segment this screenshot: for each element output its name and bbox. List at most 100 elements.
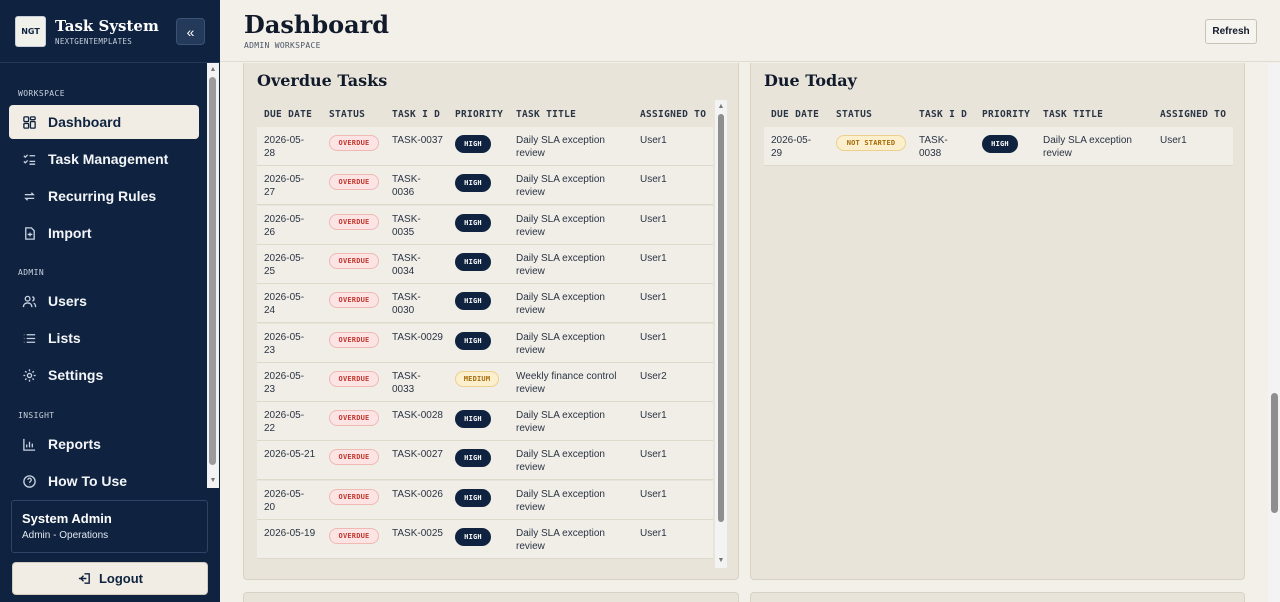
user-name: System Admin <box>22 511 112 526</box>
status-badge: OVERDUE <box>329 410 379 427</box>
status-badge: OVERDUE <box>329 528 379 544</box>
sidebar-item-label: Users <box>48 293 87 309</box>
sidebar-item-label: Import <box>48 225 92 241</box>
column-header[interactable]: STATUS <box>329 109 365 120</box>
lower-panel-right <box>750 592 1245 602</box>
refresh-button[interactable]: Refresh <box>1205 19 1257 44</box>
table-row[interactable]: 2026-05- 25 OVERDUE TASK- 0034 HIGH Daily SL… <box>257 244 713 284</box>
column-header[interactable]: ASSIGNED TO <box>1160 109 1226 120</box>
column-header[interactable]: ASSIGNED TO <box>640 109 706 120</box>
scrollbar-thumb[interactable] <box>209 77 216 465</box>
table-row[interactable]: 2026-05-21 OVERDUE TASK-0027 HIGH Daily SLA … <box>257 441 713 481</box>
due-date-cell: 2026-05- 23 <box>264 331 305 356</box>
priority-badge: HIGH <box>455 292 491 311</box>
table-row[interactable]: 2026-05- 23 OVERDUE TASK-0029 HIGH Daily SLA… <box>257 323 713 363</box>
priority-badge: HIGH <box>455 174 491 193</box>
table-row[interactable]: 2026-05- 23 OVERDUE TASK- 0033 MEDIUM Weekly… <box>257 362 713 402</box>
sidebar-item-recurring-rules[interactable]: Recurring Rules <box>9 179 199 213</box>
sidebar-item-import[interactable]: Import <box>9 216 199 250</box>
scroll-up-arrow-icon[interactable]: ▲ <box>209 66 217 74</box>
assigned-to-cell: User1 <box>640 449 667 461</box>
task-id-cell: TASK-0029 <box>392 331 443 343</box>
logout-button[interactable]: Logout <box>12 562 208 595</box>
checklist-icon <box>21 151 37 167</box>
column-header[interactable]: TASK TITLE <box>1043 109 1103 120</box>
column-header[interactable]: STATUS <box>836 109 872 120</box>
brand-subtitle: NEXTGENTEMPLATES <box>55 37 133 46</box>
scrollbar-thumb[interactable] <box>1271 393 1278 513</box>
sidebar-scrollbar[interactable]: ▲ ▼ <box>207 63 219 488</box>
table-row[interactable]: 2026-05- 22 OVERDUE TASK-0028 HIGH Daily SLA… <box>257 402 713 442</box>
table-row[interactable]: 2026-05- 27 OVERDUE TASK- 0036 HIGH Daily SL… <box>257 166 713 206</box>
page-scrollbar[interactable] <box>1268 63 1280 602</box>
status-badge: OVERDUE <box>329 252 379 269</box>
user-role: Admin - Operations <box>22 530 109 541</box>
task-id-cell: TASK- 0035 <box>392 213 421 238</box>
sidebar-item-users[interactable]: Users <box>9 284 199 318</box>
assigned-to-cell: User1 <box>640 252 667 264</box>
sidebar-item-settings[interactable]: Settings <box>9 358 199 392</box>
file-import-icon <box>21 225 37 241</box>
column-header[interactable]: PRIORITY <box>982 109 1030 120</box>
sidebar-item-dashboard[interactable]: Dashboard <box>9 105 199 139</box>
sidebar-item-lists[interactable]: Lists <box>9 321 199 355</box>
sidebar-item-label: Task Management <box>48 151 169 167</box>
collapse-sidebar-button[interactable]: « <box>176 18 205 45</box>
logout-label: Logout <box>98 571 144 586</box>
task-id-cell: TASK-0037 <box>392 135 443 146</box>
priority-badge: HIGH <box>455 528 491 546</box>
column-header[interactable]: TASK I D <box>392 109 440 120</box>
assigned-to-cell: User1 <box>640 488 667 500</box>
table-scrollbar[interactable]: ▲ ▼ <box>715 100 727 568</box>
priority-badge: HIGH <box>455 252 491 271</box>
table-row[interactable]: 2026-05- 20 OVERDUE TASK-0026 HIGH Daily SLA… <box>257 480 713 520</box>
column-header[interactable]: TASK I D <box>919 109 967 120</box>
sidebar-item-label: Recurring Rules <box>48 188 157 204</box>
table-row[interactable]: 2026-05- 24 OVERDUE TASK- 0030 HIGH Daily SL… <box>257 284 713 324</box>
task-id-cell: TASK- 0038 <box>919 135 948 159</box>
sidebar-item-how-to-use[interactable]: How To Use <box>9 464 199 488</box>
assigned-to-cell: User1 <box>640 174 667 186</box>
scroll-down-arrow-icon[interactable]: ▼ <box>209 477 217 485</box>
sidebar-item-label: Dashboard <box>48 114 122 130</box>
assigned-to-cell: User1 <box>640 292 667 304</box>
users-icon <box>21 293 37 309</box>
repeat-icon <box>21 188 37 204</box>
table-row[interactable]: 2026-05-19 OVERDUE TASK-0025 HIGH Daily SLA … <box>257 520 713 559</box>
due-date-cell: 2026-05-19 <box>264 528 316 539</box>
scrollbar-thumb[interactable] <box>718 114 724 522</box>
brand-logo: NGT <box>15 16 46 47</box>
table-row[interactable]: 2026-05- 28 OVERDUE TASK-0037 HIGH Daily SLA… <box>257 127 713 166</box>
sidebar-item-task-management[interactable]: Task Management <box>9 142 199 176</box>
assigned-to-cell: User1 <box>640 135 667 146</box>
column-header[interactable]: PRIORITY <box>455 109 503 120</box>
list-icon <box>21 330 37 346</box>
task-title-cell: Daily SLA exception review <box>516 174 605 199</box>
panel-title: Due Today <box>764 71 857 90</box>
due-date-cell: 2026-05- 28 <box>264 135 305 159</box>
column-header[interactable]: DUE DATE <box>264 109 312 120</box>
task-title-cell: Weekly finance control review <box>516 370 617 395</box>
priority-badge: MEDIUM <box>455 370 499 387</box>
column-header[interactable]: TASK TITLE <box>516 109 576 120</box>
main-content: Overdue Tasks DUE DATE STATUS TASK I D P… <box>220 63 1268 602</box>
scroll-up-arrow-icon[interactable]: ▲ <box>717 103 725 111</box>
table-row[interactable]: 2026-05- 26 OVERDUE TASK- 0035 HIGH Daily SL… <box>257 205 713 245</box>
table-row[interactable]: 2026-05- 29 NOT STARTED TASK- 0038 HIGH Dail… <box>764 127 1233 166</box>
task-id-cell: TASK- 0033 <box>392 370 421 395</box>
scroll-down-arrow-icon[interactable]: ▼ <box>717 557 725 565</box>
gear-icon <box>21 367 37 383</box>
bar-chart-icon <box>21 436 37 452</box>
task-title-cell: Daily SLA exception review <box>516 410 605 435</box>
sidebar-item-reports[interactable]: Reports <box>9 427 199 461</box>
section-label-insight: INSIGHT <box>18 411 55 420</box>
priority-badge: HIGH <box>455 331 491 350</box>
task-title-cell: Daily SLA exception review <box>1043 135 1132 159</box>
overdue-table: DUE DATE STATUS TASK I D PRIORITY TASK T… <box>257 101 713 567</box>
due-date-cell: 2026-05-21 <box>264 449 316 461</box>
column-header[interactable]: DUE DATE <box>771 109 819 120</box>
table-header: DUE DATE STATUS TASK I D PRIORITY TASK T… <box>764 101 1233 127</box>
sidebar-item-label: Reports <box>48 436 101 452</box>
section-label-admin: ADMIN <box>18 268 45 277</box>
due-today-panel: Due Today DUE DATE STATUS TASK I D PRIOR… <box>750 63 1245 580</box>
